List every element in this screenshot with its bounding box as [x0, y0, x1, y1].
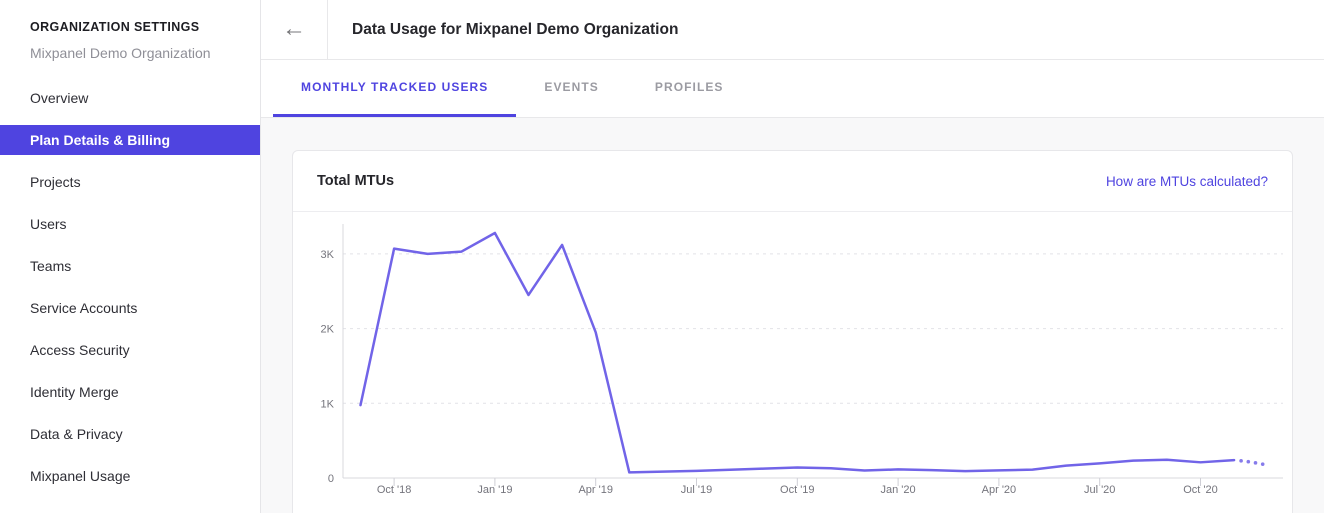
page-title: Data Usage for Mixpanel Demo Organizatio…: [328, 0, 678, 59]
x-axis-tick-label: Jul '20: [1084, 484, 1115, 496]
sidebar-item-teams[interactable]: Teams: [0, 245, 260, 287]
content-area: Total MTUs How are MTUs calculated? 0 1K 2…: [261, 118, 1324, 513]
tabs-bar: MONTHLY TRACKED USERSEVENTSPROFILES: [261, 60, 1324, 118]
sidebar-item-identity-merge[interactable]: Identity Merge: [0, 371, 260, 413]
page-header: ← Data Usage for Mixpanel Demo Organizat…: [261, 0, 1324, 60]
tab-profiles[interactable]: PROFILES: [627, 60, 752, 117]
chart-area: 0 1K 2K 3K Oct '18 Jan '19 Apr '19 Jul '19 Oct '…: [293, 212, 1292, 513]
y-axis-tick-label: 1K: [321, 398, 335, 410]
sidebar-item-service-accounts[interactable]: Service Accounts: [0, 287, 260, 329]
back-button[interactable]: ←: [261, 0, 328, 59]
sidebar-item-projects[interactable]: Projects: [0, 161, 260, 203]
sidebar-header: ORGANIZATION SETTINGS Mixpanel Demo Orga…: [0, 0, 260, 61]
x-axis-tick-label: Oct '19: [780, 484, 815, 496]
x-axis-tick-label: Apr '20: [982, 484, 1017, 496]
x-axis-tick-label: Apr '19: [578, 484, 613, 496]
sidebar-item-users[interactable]: Users: [0, 203, 260, 245]
main-area: ← Data Usage for Mixpanel Demo Organizat…: [261, 0, 1324, 513]
sidebar-item-overview[interactable]: Overview: [0, 77, 260, 119]
sidebar: ORGANIZATION SETTINGS Mixpanel Demo Orga…: [0, 0, 261, 513]
y-axis-tick-label: 0: [328, 473, 334, 485]
projection-dot: [1239, 459, 1243, 463]
total-mtus-card: Total MTUs How are MTUs calculated? 0 1K 2…: [292, 150, 1293, 513]
projection-dot: [1247, 460, 1251, 464]
sidebar-nav: Overview Plan Details & Billing ProjectsUs…: [0, 77, 260, 497]
y-axis-tick-label: 2K: [321, 324, 335, 336]
card-title: Total MTUs: [317, 173, 394, 189]
app-window: ORGANIZATION SETTINGS Mixpanel Demo Orga…: [0, 0, 1324, 513]
card-header: Total MTUs How are MTUs calculated?: [293, 151, 1292, 212]
x-axis-tick-label: Jan '19: [477, 484, 512, 496]
x-axis-tick-label: Oct '20: [1183, 484, 1218, 496]
sidebar-item-plan-details-billing[interactable]: Plan Details & Billing: [0, 125, 260, 155]
organization-name: Mixpanel Demo Organization: [30, 45, 230, 61]
sidebar-item-access-security[interactable]: Access Security: [0, 329, 260, 371]
x-axis-tick-label: Jan '20: [881, 484, 916, 496]
x-axis-tick-label: Jul '19: [681, 484, 712, 496]
tab-events[interactable]: EVENTS: [516, 60, 627, 117]
y-axis-tick-label: 3K: [321, 249, 335, 261]
sidebar-item-data-privacy[interactable]: Data & Privacy: [0, 413, 260, 455]
sidebar-title: ORGANIZATION SETTINGS: [30, 20, 230, 34]
tab-monthly-tracked-users[interactable]: MONTHLY TRACKED USERS: [273, 60, 516, 117]
mtu-series-line: [361, 233, 1235, 472]
x-axis-tick-label: Oct '18: [377, 484, 412, 496]
projection-dot: [1261, 462, 1265, 466]
projection-dot: [1254, 461, 1258, 465]
sidebar-item-mixpanel-usage[interactable]: Mixpanel Usage: [0, 455, 260, 497]
back-arrow-icon: ←: [282, 17, 306, 41]
how-are-mtus-calculated-link[interactable]: How are MTUs calculated?: [1106, 174, 1268, 189]
mtu-line-chart: 0 1K 2K 3K Oct '18 Jan '19 Apr '19 Jul '19 Oct '…: [293, 212, 1292, 513]
